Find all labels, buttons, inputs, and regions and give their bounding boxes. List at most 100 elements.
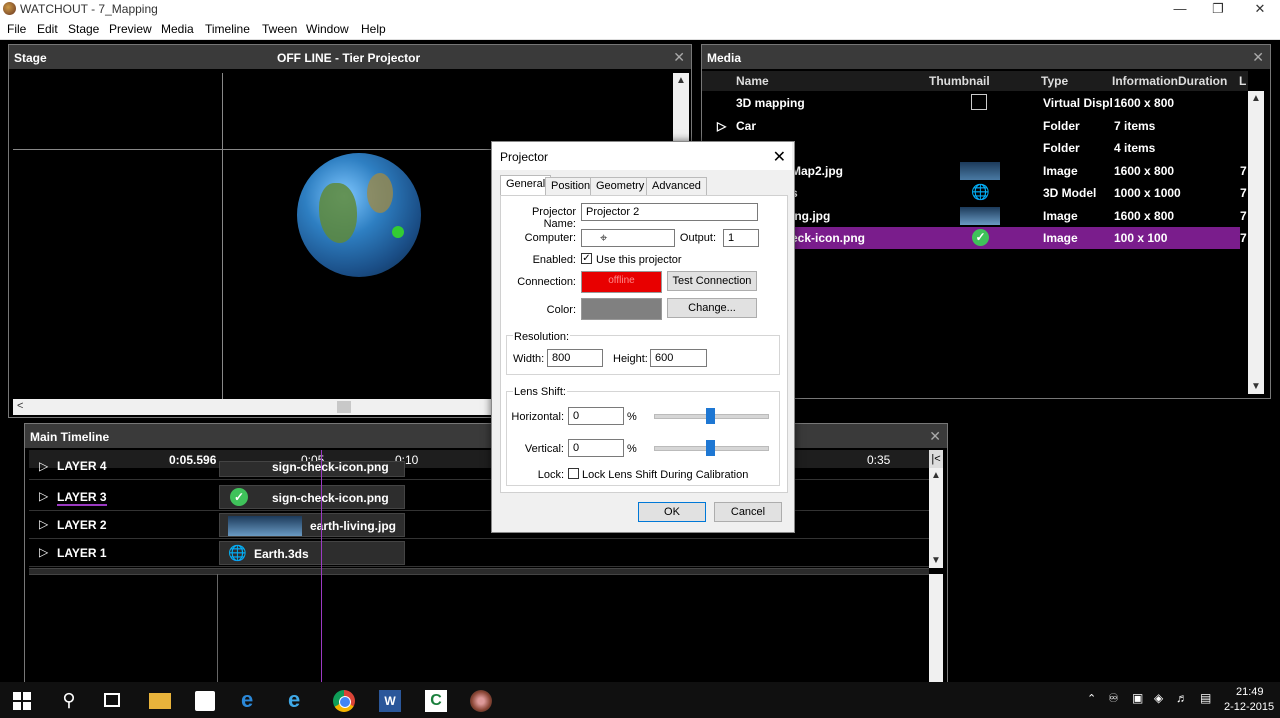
col-information[interactable]: Information bbox=[1112, 74, 1178, 88]
col-name[interactable]: Name bbox=[736, 74, 769, 88]
test-connection-button[interactable]: Test Connection bbox=[667, 271, 757, 291]
menu-media[interactable]: Media bbox=[161, 22, 194, 36]
media-type: Folder bbox=[1043, 141, 1080, 155]
start-icon[interactable] bbox=[13, 692, 31, 710]
go-start-icon[interactable]: |< bbox=[929, 450, 943, 468]
media-l: 7 bbox=[1240, 231, 1247, 245]
continent-shape-2 bbox=[367, 173, 393, 213]
expand-arrow-icon[interactable]: ▷ bbox=[39, 461, 48, 473]
network-tray-icon[interactable]: ♾ bbox=[1108, 691, 1119, 705]
timeline-vertical-scrollbar[interactable]: ▲ ▼ bbox=[929, 468, 943, 568]
restore-icon[interactable]: ❐ bbox=[1198, 0, 1238, 18]
menu-stage[interactable]: Stage bbox=[68, 22, 99, 36]
playhead[interactable] bbox=[321, 450, 322, 682]
stage-close-icon[interactable]: ✕ bbox=[673, 49, 685, 66]
menu-file[interactable]: File bbox=[7, 22, 26, 36]
store-icon[interactable] bbox=[195, 691, 215, 711]
timeline-clip[interactable]: ✓ sign-check-icon.png bbox=[219, 485, 405, 509]
height-input[interactable] bbox=[650, 349, 707, 367]
timeline-lower-scrollbar[interactable] bbox=[929, 574, 943, 682]
change-color-button[interactable]: Change... bbox=[667, 298, 757, 318]
media-row[interactable]: 3D mapping Virtual Displ 1600 x 800 bbox=[707, 92, 1240, 114]
lock-label: Lock: bbox=[537, 469, 564, 481]
task-view-icon[interactable] bbox=[104, 693, 120, 707]
horizontal-label: Horizontal: bbox=[511, 411, 564, 423]
tab-advanced[interactable]: Advanced bbox=[646, 177, 707, 195]
show-hidden-icons[interactable]: ⌃ bbox=[1087, 692, 1096, 705]
timeline-clip[interactable]: earth-living.jpg bbox=[219, 513, 405, 537]
layer-row[interactable]: ▷ LAYER 1 🌐 Earth.3ds bbox=[29, 539, 929, 567]
continent-shape bbox=[319, 183, 357, 243]
expand-arrow-icon[interactable]: ▷ bbox=[717, 119, 726, 133]
text-cursor-icon: ⌖ bbox=[600, 230, 608, 245]
media-vertical-scrollbar[interactable]: ▲ ▼ bbox=[1248, 91, 1264, 394]
horizontal-slider-thumb[interactable] bbox=[706, 408, 715, 424]
menu-help[interactable]: Help bbox=[361, 22, 386, 36]
expand-arrow-icon[interactable]: ▷ bbox=[39, 489, 48, 503]
menu-preview[interactable]: Preview bbox=[109, 22, 152, 36]
lock-lens-shift-checkbox[interactable] bbox=[568, 468, 579, 479]
media-info: 4 items bbox=[1114, 141, 1156, 155]
clip-name: sign-check-icon.png bbox=[272, 491, 389, 505]
app-logo-icon bbox=[3, 2, 16, 15]
timeline-splitter[interactable] bbox=[29, 568, 929, 575]
close-window-icon[interactable]: ✕ bbox=[1240, 0, 1280, 18]
media-info: 1000 x 1000 bbox=[1114, 186, 1181, 200]
media-type: Image bbox=[1043, 164, 1078, 178]
expand-arrow-icon[interactable]: ▷ bbox=[39, 545, 48, 559]
tab-position[interactable]: Position bbox=[545, 177, 597, 195]
col-duration[interactable]: Duration bbox=[1178, 74, 1227, 88]
taskbar: ⚲ e e W C ⌃ ♾ ▣ ◈ ♬ ▤ 21:49 2-12-2015 bbox=[0, 682, 1280, 718]
word-icon[interactable]: W bbox=[379, 690, 401, 712]
tab-geometry[interactable]: Geometry bbox=[590, 177, 651, 195]
cancel-button[interactable]: Cancel bbox=[714, 502, 782, 522]
search-icon[interactable]: ⚲ bbox=[58, 690, 80, 712]
computer-input[interactable] bbox=[581, 229, 675, 247]
wifi-icon[interactable]: ◈ bbox=[1154, 691, 1163, 705]
edge-icon[interactable]: e bbox=[241, 687, 263, 712]
output-input[interactable] bbox=[723, 229, 759, 247]
clock-time[interactable]: 21:49 bbox=[1236, 686, 1264, 698]
timeline-clip[interactable]: 🌐 Earth.3ds bbox=[219, 541, 405, 565]
vertical-slider-thumb[interactable] bbox=[706, 440, 715, 456]
timeline-divider bbox=[217, 574, 218, 682]
file-explorer-icon[interactable] bbox=[149, 693, 171, 709]
color-swatch bbox=[581, 298, 662, 320]
horizontal-input[interactable] bbox=[568, 407, 624, 425]
projector-name-input[interactable] bbox=[581, 203, 758, 221]
menu-edit[interactable]: Edit bbox=[37, 22, 58, 36]
minimize-icon[interactable]: — bbox=[1160, 0, 1200, 18]
chrome-icon[interactable] bbox=[333, 690, 355, 712]
use-projector-checkbox[interactable]: ✓ bbox=[581, 253, 592, 264]
internet-explorer-icon[interactable]: e bbox=[288, 687, 310, 712]
tab-general[interactable]: General bbox=[500, 175, 552, 196]
clock-date[interactable]: 2-12-2015 bbox=[1224, 701, 1274, 713]
media-row[interactable]: ▷ Car Folder 7 items bbox=[707, 115, 1240, 137]
enabled-label: Enabled: bbox=[532, 254, 576, 266]
col-type[interactable]: Type bbox=[1041, 74, 1068, 88]
menu-window[interactable]: Window bbox=[306, 22, 349, 36]
dialog-close-icon[interactable]: ✕ bbox=[773, 147, 786, 167]
timeline-clip[interactable]: sign-check-icon.png bbox=[219, 461, 405, 477]
timeline-close-icon[interactable]: ✕ bbox=[929, 428, 941, 445]
menu-tween[interactable]: Tween bbox=[262, 22, 297, 36]
width-input[interactable] bbox=[547, 349, 603, 367]
col-thumbnail[interactable]: Thumbnail bbox=[929, 74, 990, 88]
camtasia-icon[interactable]: C bbox=[425, 690, 447, 712]
expand-arrow-icon[interactable]: ▷ bbox=[39, 517, 48, 531]
vertical-input[interactable] bbox=[568, 439, 624, 457]
image-thumbnail bbox=[228, 516, 302, 536]
clip-name: Earth.3ds bbox=[254, 547, 309, 561]
menu-timeline[interactable]: Timeline bbox=[205, 22, 250, 36]
earth-globe[interactable] bbox=[297, 153, 421, 277]
media-l: 7 bbox=[1240, 164, 1247, 178]
battery-icon[interactable]: ▣ bbox=[1132, 691, 1143, 705]
volume-icon[interactable]: ♬ bbox=[1176, 691, 1188, 705]
dialog-title: Projector bbox=[500, 150, 549, 164]
media-name: Map2.jpg bbox=[791, 164, 844, 178]
col-l[interactable]: L bbox=[1239, 74, 1246, 88]
media-close-icon[interactable]: ✕ bbox=[1252, 49, 1264, 66]
notification-icon[interactable]: ▤ bbox=[1200, 691, 1211, 705]
watchout-icon[interactable] bbox=[470, 690, 492, 712]
ok-button[interactable]: OK bbox=[638, 502, 706, 522]
